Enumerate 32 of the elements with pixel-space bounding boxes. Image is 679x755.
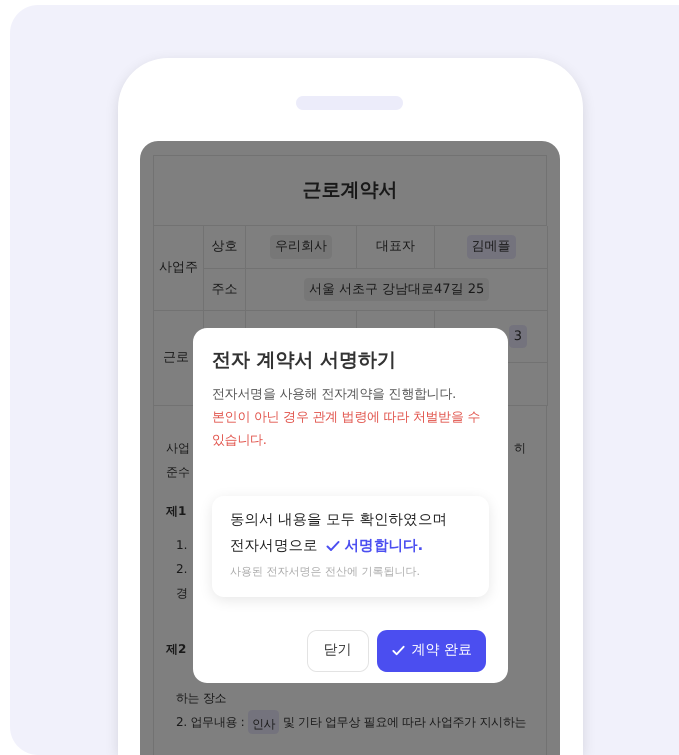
warning-text: 본인이 아닌 경우 관계 법령에 따라 처벌받을 수 있습니다.: [212, 408, 482, 450]
check-icon: [390, 643, 406, 658]
clause-text: 경: [176, 585, 188, 602]
dialog-title: 전자 계약서 서명하기: [212, 348, 398, 373]
complete-button[interactable]: 계약 완료: [376, 630, 486, 672]
consent-note: 사용된 전자서명은 전산에 기록됩니다.: [230, 564, 421, 580]
table-label: 주소: [212, 280, 238, 299]
consent-text: 동의서 내용을 모두 확인하였으며: [230, 510, 448, 530]
close-button[interactable]: 닫기: [306, 630, 369, 672]
signed-label: 서명합니다.: [324, 532, 423, 558]
clause-text: 준수: [166, 464, 190, 481]
clause-text: 하는 장소: [176, 690, 226, 707]
clause-text: 사업: [166, 440, 190, 457]
clause-text: 1.: [176, 537, 188, 554]
consent-text: 전자서명으로: [230, 536, 318, 556]
document-title: 근로계약서: [302, 178, 398, 204]
table-value: 우리회사: [270, 235, 332, 259]
table-label: 상호: [212, 238, 238, 256]
highlighted-term: 인사: [248, 710, 280, 734]
clause-text: 제1: [166, 503, 186, 520]
table-value: 김메플: [466, 235, 516, 259]
table-value: 3: [508, 324, 527, 348]
clause-text: 2. 업무내용 :: [176, 714, 246, 731]
clause-text: 2.: [176, 561, 188, 578]
dialog-description: 전자서명을 사용해 전자계약을 진행합니다.: [212, 386, 457, 404]
table-label: 사업주: [159, 259, 198, 278]
table-label: 대표자: [376, 238, 415, 256]
table-value: 서울 서초구 강남대로47길 25: [304, 278, 490, 302]
clause-text: 제2: [166, 641, 186, 658]
clause-text: 및 기타 업무상 필요에 따라 사업주가 지시하는: [282, 714, 526, 731]
clause-text: 히: [514, 440, 526, 457]
table-label: 근로: [163, 349, 189, 368]
